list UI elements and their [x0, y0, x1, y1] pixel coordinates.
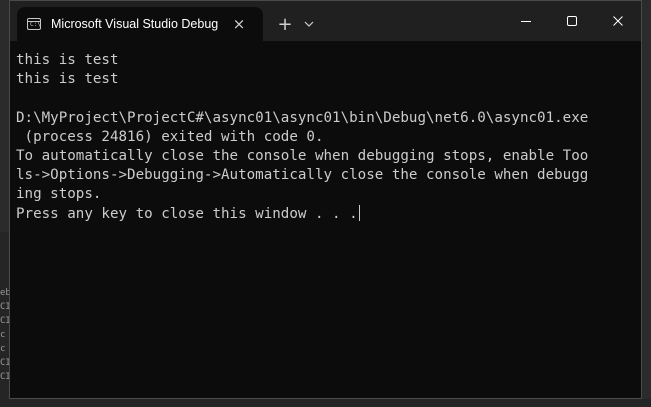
console-line: (process 24816) exited with code 0.: [16, 128, 324, 145]
console-prompt-line: Press any key to close this window . . .: [16, 204, 641, 224]
console-line: this is test: [16, 71, 119, 88]
maximize-icon[interactable]: [549, 1, 595, 41]
console-prompt-text: Press any key to close this window . . .: [16, 205, 358, 222]
console-output[interactable]: this is test this is test D:\MyProject\P…: [10, 41, 641, 398]
console-line: D:\MyProject\ProjectC#\async01\async01\b…: [16, 109, 589, 126]
title-bar[interactable]: C:\ Microsoft Visual Studio Debug Consol…: [10, 1, 641, 41]
console-app-icon: C:\: [27, 18, 41, 30]
chevron-down-icon[interactable]: [299, 7, 319, 41]
window-controls: [503, 1, 641, 41]
background-ide-strip: [0, 399, 651, 407]
console-line: this is test: [16, 52, 119, 68]
terminal-window: C:\ Microsoft Visual Studio Debug Consol…: [9, 0, 642, 399]
tab-debug-console[interactable]: C:\ Microsoft Visual Studio Debug Consol…: [17, 7, 263, 41]
console-line: ing stops.: [16, 186, 102, 203]
close-window-icon[interactable]: [595, 1, 641, 41]
console-line: ls->Options->Debugging->Automatically cl…: [16, 167, 589, 184]
close-tab-icon[interactable]: ×: [229, 14, 249, 34]
tab-title: Microsoft Visual Studio Debug Console: [51, 17, 221, 31]
text-cursor: [358, 204, 360, 221]
minimize-icon[interactable]: [503, 1, 549, 41]
new-tab-icon[interactable]: +: [275, 7, 295, 41]
console-line: To automatically close the console when …: [16, 147, 589, 164]
scrollbar[interactable]: [637, 41, 641, 398]
desktop: eb CI CI c c CI CI C:\ Microsoft Visual …: [0, 0, 651, 407]
